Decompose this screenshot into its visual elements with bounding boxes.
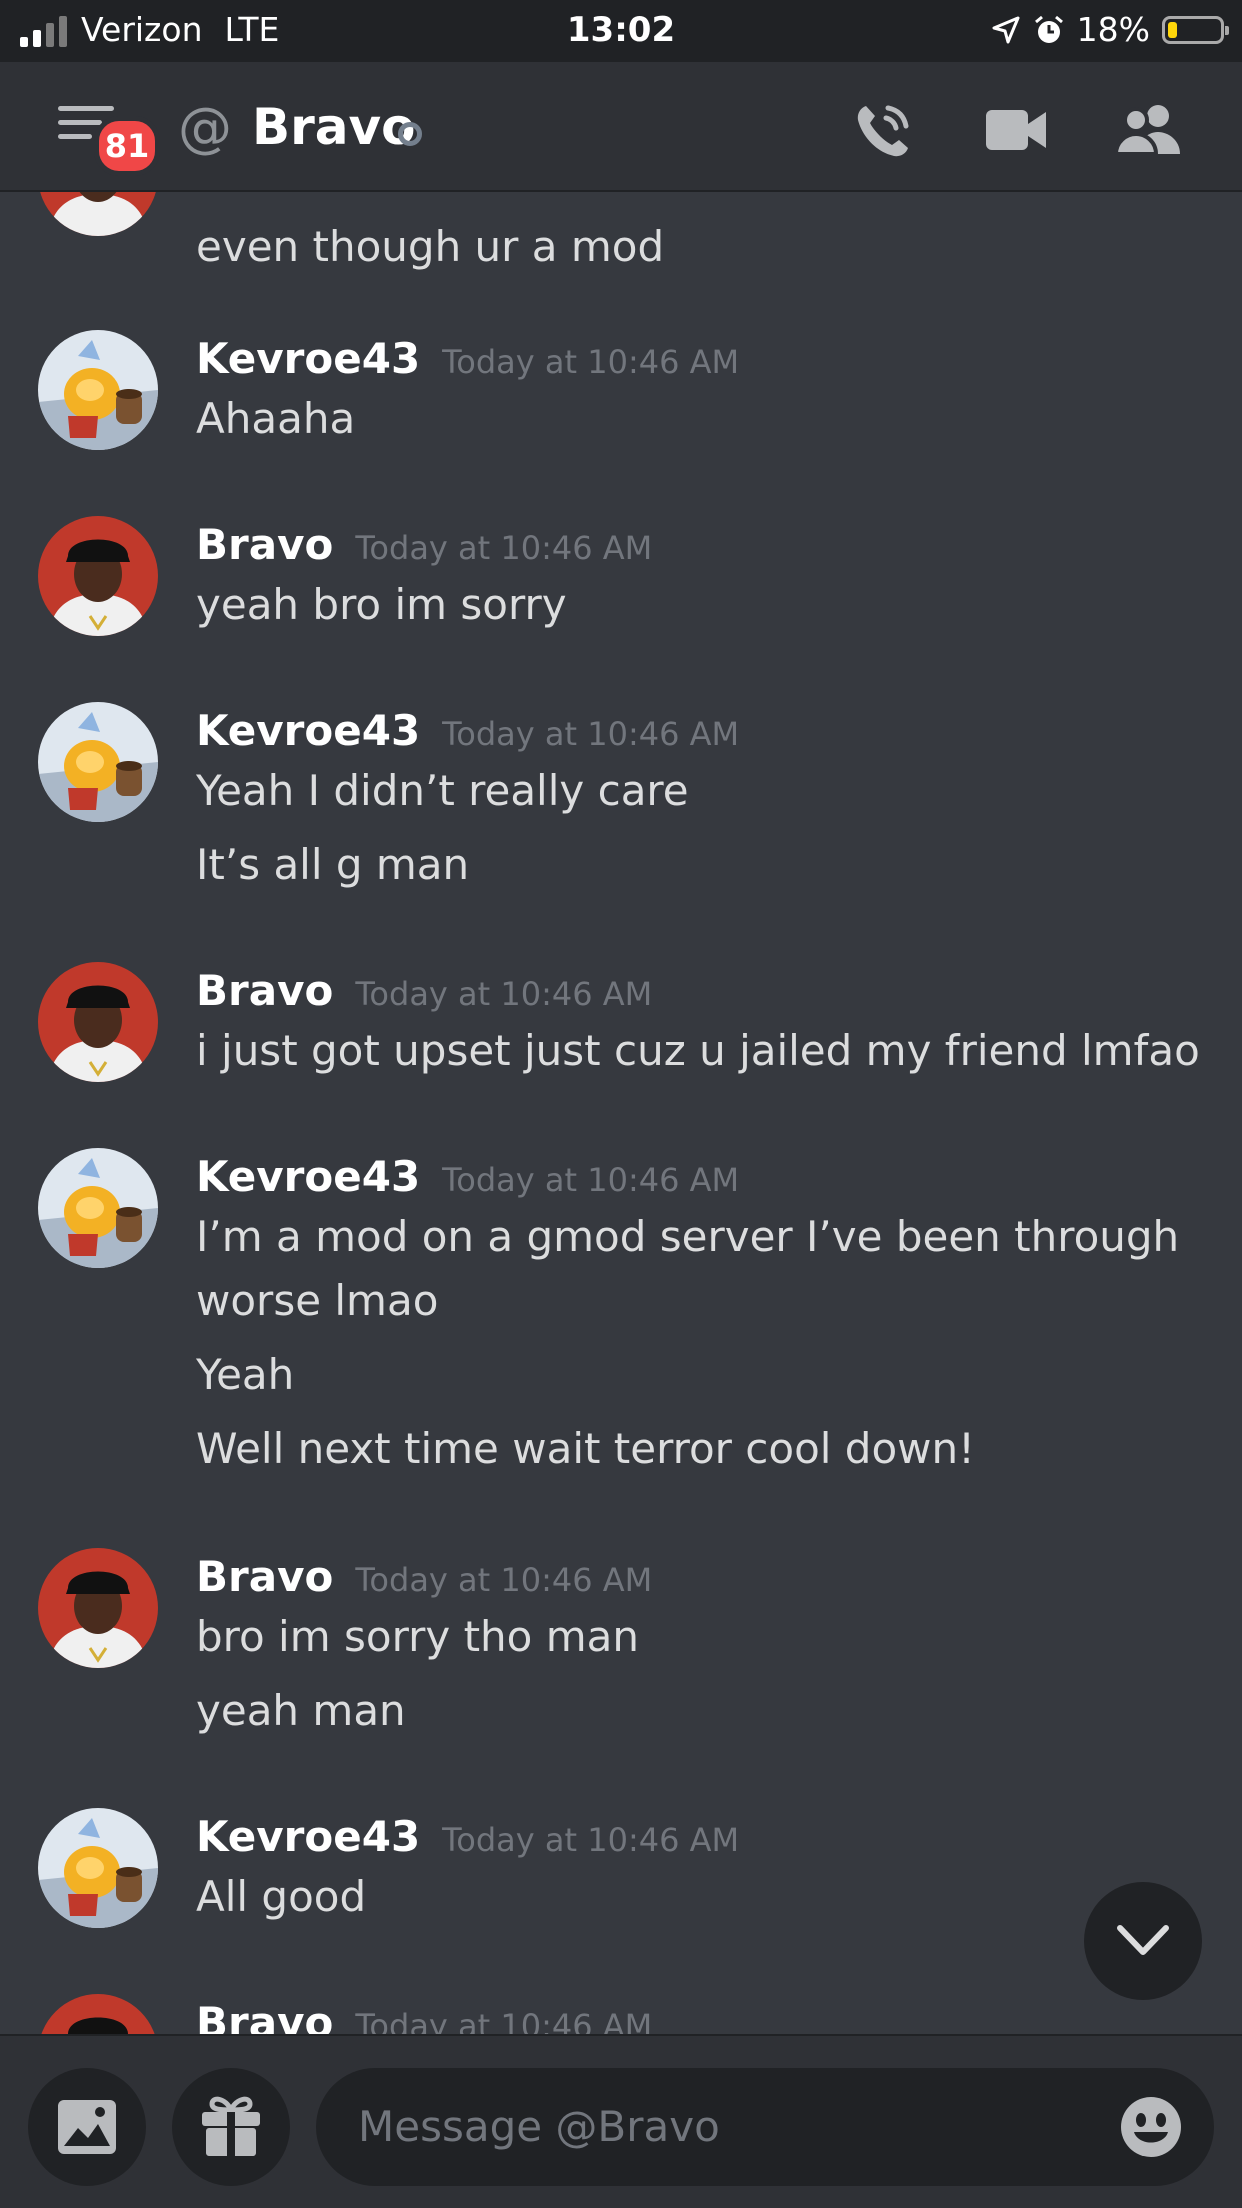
image-icon	[58, 2100, 116, 2154]
message-text: Ahaaha	[196, 394, 356, 443]
author-name[interactable]: Bravo	[196, 1998, 333, 2034]
author-name[interactable]: Kevroe43	[196, 334, 420, 383]
battery-percent: 18%	[1076, 10, 1150, 49]
message-list[interactable]: even though ur a mod Kevroe43 Today at 10…	[0, 192, 1242, 2034]
location-arrow-icon	[992, 16, 1020, 43]
avatar[interactable]	[38, 516, 158, 636]
gift-icon	[202, 2096, 260, 2156]
message-text: Yeah	[196, 1350, 295, 1399]
message-timestamp: Today at 10:46 AM	[355, 2007, 653, 2034]
phone-call-icon[interactable]	[852, 100, 914, 162]
avatar[interactable]	[38, 702, 158, 822]
message-text: It’s all g man	[196, 840, 470, 889]
message-input[interactable]: Message @Bravo	[316, 2068, 1214, 2186]
message-timestamp: Today at 10:46 AM	[355, 529, 653, 567]
channel-header: 81 @ Bravo	[0, 62, 1242, 192]
avatar[interactable]	[38, 192, 158, 236]
message-text: yeah bro im sorry	[196, 580, 567, 629]
message-text: All good	[196, 1872, 367, 1921]
message-text: yeah man	[196, 1686, 406, 1735]
message-author[interactable]: Bravo Today at 10:46 AM	[196, 520, 652, 569]
message-text: i just got upset just cuz u jailed my fr…	[196, 1026, 1200, 1075]
message-author[interactable]: Kevroe43 Today at 10:46 AM	[196, 1812, 739, 1861]
message-placeholder: Message @Bravo	[358, 2102, 720, 2151]
gift-button[interactable]	[172, 2068, 290, 2186]
message-timestamp: Today at 10:46 AM	[355, 975, 653, 1013]
author-name[interactable]: Kevroe43	[196, 1812, 420, 1861]
attach-image-button[interactable]	[28, 2068, 146, 2186]
message-timestamp: Today at 10:46 AM	[442, 715, 740, 753]
avatar[interactable]	[38, 962, 158, 1082]
avatar[interactable]	[38, 1148, 158, 1268]
unread-badge: 81	[94, 116, 160, 176]
message-author[interactable]: Kevroe43 Today at 10:46 AM	[196, 706, 739, 755]
offline-status-icon	[398, 122, 422, 146]
message-text: Well next time wait terror cool down!	[196, 1424, 975, 1473]
message-text: I’m a mod on a gmod server I’ve been thr…	[196, 1212, 1180, 1261]
avatar[interactable]	[38, 1994, 158, 2034]
alarm-icon	[1034, 15, 1063, 43]
author-name[interactable]: Kevroe43	[196, 1152, 420, 1201]
avatar[interactable]	[38, 330, 158, 450]
message-timestamp: Today at 10:46 AM	[355, 1561, 653, 1599]
message-timestamp: Today at 10:46 AM	[442, 1821, 740, 1859]
message-text: bro im sorry tho man	[196, 1612, 639, 1661]
message-author[interactable]: Kevroe43 Today at 10:46 AM	[196, 334, 739, 383]
author-name[interactable]: Bravo	[196, 1552, 333, 1601]
message-text: even though ur a mod	[196, 222, 665, 271]
video-camera-icon[interactable]	[984, 106, 1048, 154]
emoji-icon[interactable]	[1120, 2096, 1182, 2158]
message-author[interactable]: Bravo Today at 10:46 AM	[196, 966, 652, 1015]
author-name[interactable]: Kevroe43	[196, 706, 420, 755]
battery-icon	[1162, 15, 1229, 44]
avatar[interactable]	[38, 1548, 158, 1668]
status-right: 18%	[991, 10, 1229, 49]
message-author[interactable]: Bravo Today at 10:46 AM	[196, 1552, 652, 1601]
at-icon: @	[178, 96, 232, 159]
message-timestamp: Today at 10:46 AM	[442, 1161, 740, 1199]
channel-title[interactable]: Bravo	[252, 98, 415, 156]
scroll-to-bottom-button[interactable]	[1084, 1882, 1202, 2000]
chevron-down-icon	[1117, 1925, 1169, 1955]
avatar[interactable]	[38, 1808, 158, 1928]
message-text: worse lmao	[196, 1276, 439, 1325]
message-author[interactable]: Kevroe43 Today at 10:46 AM	[196, 1152, 739, 1201]
message-composer: Message @Bravo	[0, 2034, 1242, 2208]
message-text: Yeah I didn’t really care	[196, 766, 689, 815]
status-bar: Verizon LTE 13:02 18%	[0, 0, 1242, 62]
message-timestamp: Today at 10:46 AM	[442, 343, 740, 381]
author-name[interactable]: Bravo	[196, 520, 333, 569]
message-author[interactable]: Bravo Today at 10:46 AM	[196, 1998, 652, 2034]
members-icon[interactable]	[1114, 102, 1184, 158]
author-name[interactable]: Bravo	[196, 966, 333, 1015]
